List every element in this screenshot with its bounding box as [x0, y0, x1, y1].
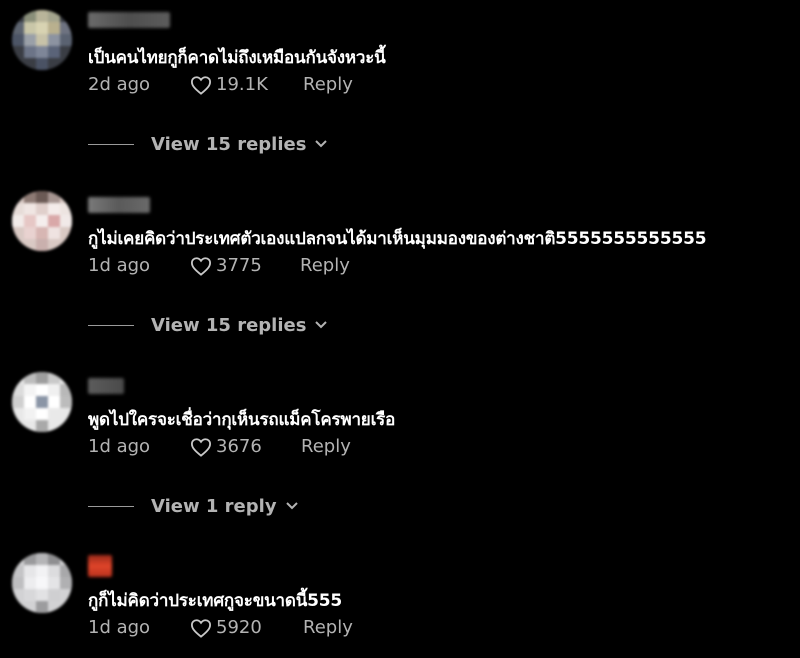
username-redacted[interactable] [88, 12, 170, 28]
heart-icon[interactable] [190, 618, 212, 638]
like-count: 19.1K [216, 74, 268, 95]
comment-date: 1d ago [88, 436, 151, 457]
comment-text: เป็นคนไทยกูก็คาดไม่ถึงเหมือนกันจังหวะนี้ [88, 48, 386, 68]
like-count: 3676 [216, 436, 262, 457]
heart-icon[interactable] [190, 437, 212, 457]
like-button[interactable]: 3676 [190, 436, 262, 457]
avatar[interactable] [12, 553, 72, 613]
username-redacted[interactable] [88, 197, 150, 213]
reply-button[interactable]: Reply [301, 436, 351, 457]
comment-meta: 2d ago 19.1K Reply [88, 74, 688, 98]
chevron-down-icon[interactable] [314, 320, 328, 330]
comment-item: กูไม่เคยคิดว่าประเทศตัวเองแปลกจนได้มาเห็… [0, 181, 800, 341]
like-button[interactable]: 3775 [190, 255, 262, 276]
comment-date: 1d ago [88, 255, 151, 276]
view-replies-button[interactable]: View 15 replies [88, 313, 328, 337]
reply-button[interactable]: Reply [300, 255, 350, 276]
view-replies-label[interactable]: View 15 replies [151, 315, 306, 336]
comment-date: 2d ago [88, 74, 151, 95]
view-replies-label[interactable]: View 15 replies [151, 134, 306, 155]
comment-text: กูไม่เคยคิดว่าประเทศตัวเองแปลกจนได้มาเห็… [88, 229, 707, 249]
comment-date: 1d ago [88, 617, 151, 638]
avatar[interactable] [12, 10, 72, 70]
heart-icon[interactable] [190, 256, 212, 276]
view-replies-label[interactable]: View 1 reply [151, 496, 277, 517]
divider-line [88, 143, 134, 145]
like-button[interactable]: 5920 [190, 617, 262, 638]
reply-button[interactable]: Reply [303, 74, 353, 95]
comment-text: กูก็ไม่คิดว่าประเทศกูจะขนาดนี้555 [88, 591, 343, 611]
username-redacted[interactable] [88, 378, 124, 394]
chevron-down-icon[interactable] [314, 139, 328, 149]
divider-line [88, 505, 134, 507]
comment-meta: 1d ago 3775 Reply [88, 255, 688, 279]
divider-line [88, 324, 134, 326]
chevron-down-icon[interactable] [285, 501, 299, 511]
like-button[interactable]: 19.1K [190, 74, 268, 95]
comment-item: เป็นคนไทยกูก็คาดไม่ถึงเหมือนกันจังหวะนี้… [0, 0, 800, 160]
username-redacted[interactable] [88, 555, 112, 577]
comment-text: พูดไปใครจะเชื่อว่ากุเห็นรถแม็คโครพายเรือ [88, 410, 396, 430]
reply-button[interactable]: Reply [303, 617, 353, 638]
comment-item: พูดไปใครจะเชื่อว่ากุเห็นรถแม็คโครพายเรือ… [0, 362, 800, 522]
avatar[interactable] [12, 191, 72, 251]
comment-meta: 1d ago 5920 Reply [88, 617, 688, 641]
like-count: 3775 [216, 255, 262, 276]
heart-icon[interactable] [190, 75, 212, 95]
view-replies-button[interactable]: View 15 replies [88, 132, 328, 156]
view-replies-button[interactable]: View 1 reply [88, 494, 299, 518]
comment-item: กูก็ไม่คิดว่าประเทศกูจะขนาดนี้555 1d ago… [0, 543, 800, 658]
avatar[interactable] [12, 372, 72, 432]
like-count: 5920 [216, 617, 262, 638]
comment-meta: 1d ago 3676 Reply [88, 436, 688, 460]
